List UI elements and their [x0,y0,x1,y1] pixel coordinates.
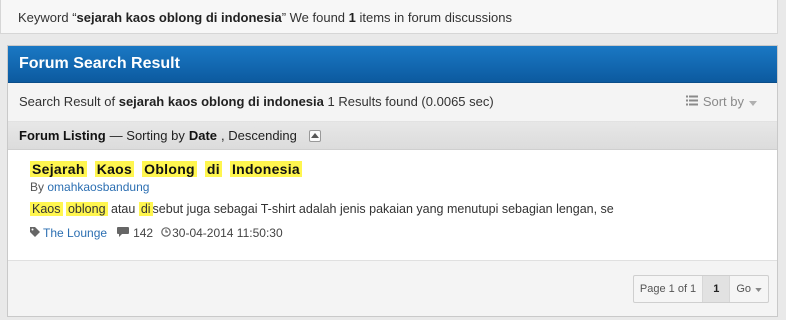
sort-by-label: Sort by [702,94,744,109]
author-link[interactable]: omahkaosbandung [47,180,149,194]
collapse-up-icon[interactable] [308,129,321,142]
listing-sort-prefix: — Sorting by [109,128,185,143]
results-prefix: Search Result of [19,94,119,109]
clock-icon [161,226,171,240]
forum-link[interactable]: The Lounge [43,226,107,240]
title-word: Kaos [94,161,135,177]
keyword-summary-bar: Keyword “sejarah kaos oblong di indonesi… [0,0,778,34]
title-word: Oblong [142,161,197,177]
reply-count: 142 [117,226,153,240]
panel-title: Forum Search Result [8,46,777,83]
by-label: By [30,180,48,194]
keyword-suffix: items in forum discussions [355,10,512,25]
caret-down-icon [755,276,762,302]
snippet-highlight: oblong [65,202,108,216]
go-button[interactable]: Go [730,276,768,302]
list-icon [685,83,698,121]
page-info: Page 1 of 1 [634,276,704,302]
result-meta: The Lounge 142 30-04-2014 11:50:30 [30,226,777,240]
comment-icon [117,226,130,240]
result-snippet: Kaos oblong atau di sebut juga sebagai T-… [30,202,777,216]
result-count: 1 [348,10,356,25]
results-summary-row: Search Result of sejarah kaos oblong di … [8,83,777,122]
snippet-highlight: di [138,202,153,216]
title-word: Indonesia [229,161,303,177]
results-query: sejarah kaos oblong di indonesia [118,94,324,109]
go-label: Go [736,283,751,295]
post-date-value: 30-04-2014 11:50:30 [172,226,283,240]
pagination: Page 1 of 1 1 Go [632,275,769,303]
thread-title-link[interactable]: Sejarah Kaos Oblong di Indonesia [30,161,777,177]
listing-sort-order: , Descending [221,128,297,143]
results-summary: 1 Results found (0.0065 sec) [323,94,494,109]
snippet-text: atau [107,202,139,216]
listing-label: Forum Listing [19,128,106,143]
snippet-highlight: Kaos [30,202,63,216]
keyword-text: sejarah kaos oblong di indonesia [76,10,282,25]
page-1-button[interactable]: 1 [703,276,731,302]
search-result-item: Sejarah Kaos Oblong di Indonesia By omahkaos… [8,150,777,240]
author-line: By omahkaosbandung [30,180,777,194]
keyword-prefix: Keyword “ [18,10,77,25]
title-word: di [204,161,222,177]
reply-count-value: 142 [133,226,154,240]
snippet-text: sebut juga sebagai T-shirt adalah jenis … [152,202,614,216]
title-word: Sejarah [30,161,87,177]
tag-icon [30,226,40,240]
forum-tag: The Lounge [30,226,107,240]
caret-down-icon [749,83,757,121]
post-date: 30-04-2014 11:50:30 [161,226,283,240]
listing-sort-field: Date [188,128,218,143]
keyword-middle: ” We found [281,10,349,25]
forum-search-panel: Forum Search Result Search Result of sej… [7,45,778,317]
sort-by-button[interactable]: Sort by [685,83,757,121]
pagination-area: Page 1 of 1 1 Go [8,260,777,316]
forum-listing-header: Forum Listing — Sorting by Date, Descend… [8,122,777,150]
